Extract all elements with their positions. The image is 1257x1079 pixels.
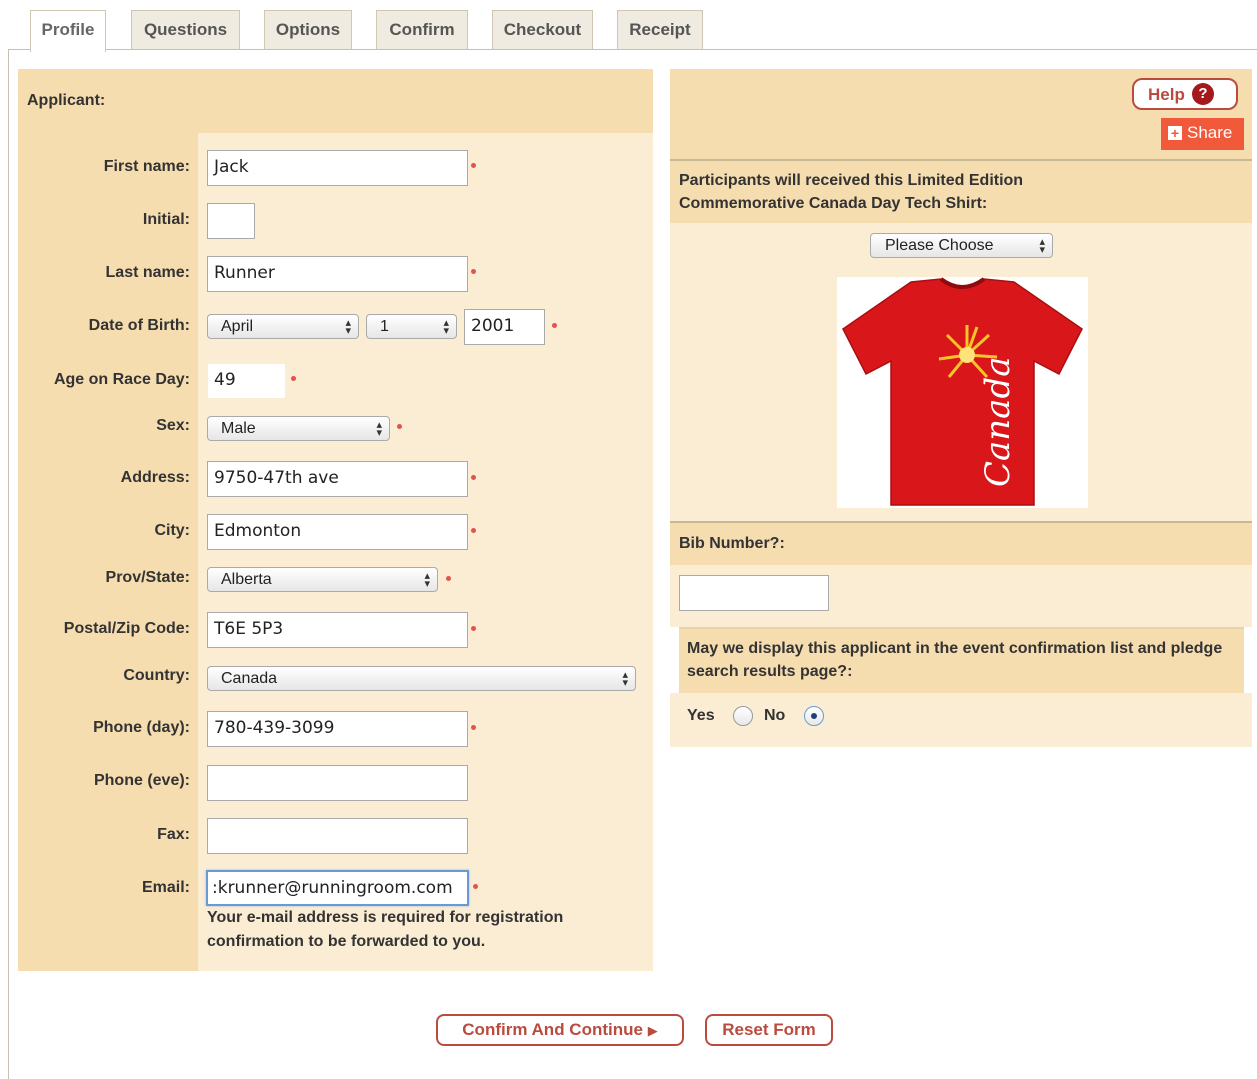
prov-select[interactable]: Alberta ▴ ▾	[207, 567, 438, 592]
country-select[interactable]: Canada ▴ ▾	[207, 666, 636, 691]
dob-label: Date of Birth:	[88, 317, 190, 334]
shirt-header: Participants will received this Limited …	[670, 161, 1252, 223]
tab-checkout[interactable]: Checkout	[492, 10, 593, 50]
tech-shirt-image: Canada	[837, 277, 1088, 508]
prov-value: Alberta	[221, 571, 272, 588]
first-name-input[interactable]: Jack	[207, 150, 468, 186]
tab-confirm[interactable]: Confirm	[376, 10, 468, 50]
required-marker	[291, 376, 296, 381]
applicant-title: Applicant:	[27, 92, 106, 109]
bib-label: Bib Number?:	[679, 535, 785, 552]
required-marker	[471, 528, 476, 533]
sex-label: Sex:	[156, 417, 190, 434]
dob-month-select[interactable]: April ▴ ▾	[207, 314, 359, 339]
chevron-updown-icon: ▴ ▾	[443, 317, 449, 337]
initial-input[interactable]	[207, 203, 255, 239]
applicant-header: Applicant:	[18, 69, 653, 133]
phone-day-label: Phone (day):	[93, 719, 190, 736]
help-button[interactable]: Help ?	[1132, 78, 1238, 110]
required-marker	[471, 269, 476, 274]
shirt-text: Participants will received this Limited …	[679, 172, 1024, 212]
yes-label: Yes	[687, 707, 715, 724]
required-marker	[552, 323, 557, 328]
address-label: Address:	[120, 469, 190, 486]
required-marker	[471, 725, 476, 730]
dob-year-input[interactable]: 2001	[464, 309, 545, 345]
chevron-updown-icon: ▴ ▾	[345, 317, 351, 337]
shirt-size-value: Please Choose	[885, 237, 994, 254]
chevron-updown-icon: ▴ ▾	[376, 419, 382, 439]
reset-form-button[interactable]: Reset Form	[705, 1014, 833, 1046]
plus-icon: +	[1168, 126, 1182, 140]
postal-input[interactable]: T6E 5P3	[207, 612, 468, 648]
required-marker	[446, 576, 451, 581]
phone-eve-input[interactable]	[207, 765, 468, 801]
sex-value: Male	[221, 420, 256, 437]
prov-label: Prov/State:	[105, 569, 190, 586]
tab-receipt[interactable]: Receipt	[617, 10, 703, 50]
dob-day-value: 1	[380, 318, 389, 335]
confirm-label: Confirm And Continue	[462, 1020, 643, 1039]
email-hint: Your e-mail address is required for regi…	[207, 909, 564, 950]
required-marker	[471, 626, 476, 631]
phone-day-input[interactable]: 780-439-3099	[207, 711, 468, 747]
sex-select[interactable]: Male ▴ ▾	[207, 416, 390, 441]
shirt-size-select[interactable]: Please Choose ▴ ▾	[870, 233, 1053, 258]
no-label: No	[764, 707, 786, 724]
required-marker	[471, 475, 476, 480]
share-label: Share	[1187, 123, 1233, 142]
phone-eve-label: Phone (eve):	[93, 772, 190, 789]
chevron-updown-icon: ▴ ▾	[1039, 236, 1045, 256]
yes-radio[interactable]	[733, 706, 753, 726]
shirt-graphic: Canada	[842, 277, 1083, 506]
tab-options[interactable]: Options	[264, 10, 352, 50]
chevron-updown-icon: ▴ ▾	[622, 669, 628, 689]
last-name-label: Last name:	[105, 264, 190, 281]
address-input[interactable]: 9750-47th ave	[207, 461, 468, 497]
postal-label: Postal/Zip Code:	[63, 620, 190, 637]
fax-input[interactable]	[207, 818, 468, 854]
shirt-print-text: Canada	[978, 357, 1018, 488]
country-label: Country:	[123, 667, 190, 684]
share-button[interactable]: + Share	[1161, 118, 1244, 150]
dob-day-select[interactable]: 1 ▴ ▾	[366, 314, 457, 339]
bib-header: Bib Number?:	[670, 523, 1252, 565]
display-options	[670, 693, 1252, 747]
age-input[interactable]: 49	[207, 363, 286, 399]
question-icon: ?	[1192, 83, 1214, 105]
city-input[interactable]: Edmonton	[207, 514, 468, 550]
bib-input[interactable]	[679, 575, 829, 611]
age-label: Age on Race Day:	[53, 371, 190, 388]
play-arrow-icon: ▶	[647, 1023, 658, 1038]
required-marker	[471, 163, 476, 168]
tab-profile[interactable]: Profile	[30, 10, 106, 52]
first-name-label: First name:	[103, 158, 190, 175]
initial-label: Initial:	[142, 211, 190, 228]
email-label: Email:	[141, 879, 190, 896]
last-name-input[interactable]: Runner	[207, 256, 468, 292]
fax-label: Fax:	[157, 826, 190, 843]
dob-month-value: April	[221, 318, 254, 335]
reset-label: Reset Form	[722, 1020, 816, 1039]
display-question: May we display this applicant in the eve…	[687, 640, 1223, 680]
email-input[interactable]: :krunner@runningroom.com	[206, 870, 469, 906]
tab-questions[interactable]: Questions	[131, 10, 240, 50]
chevron-updown-icon: ▴ ▾	[424, 570, 430, 590]
display-question-header: May we display this applicant in the eve…	[679, 627, 1244, 693]
confirm-continue-button[interactable]: Confirm And Continue ▶	[436, 1014, 684, 1046]
city-label: City:	[154, 522, 190, 539]
help-label: Help	[1148, 85, 1185, 104]
required-marker	[473, 884, 478, 889]
no-radio[interactable]	[804, 706, 824, 726]
country-value: Canada	[221, 670, 278, 687]
label-column	[18, 133, 198, 971]
required-marker	[397, 424, 402, 429]
